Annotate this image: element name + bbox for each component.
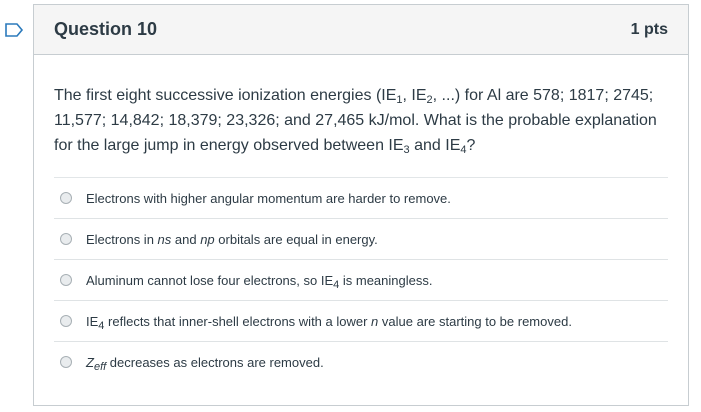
answer-label: Electrons in ns and np orbitals are equa…: [86, 231, 378, 247]
answer-option-2[interactable]: Electrons in ns and np orbitals are equa…: [54, 218, 668, 259]
answer-label: IE4 reflects that inner-shell electrons …: [86, 313, 572, 332]
answer-option-3[interactable]: Aluminum cannot lose four electrons, so …: [54, 259, 668, 300]
question-card: Question 10 1 pts The first eight succes…: [33, 4, 689, 406]
question-points: 1 pts: [630, 20, 668, 38]
radio-button[interactable]: [60, 315, 72, 327]
answer-option-5[interactable]: Zeff decreases as electrons are removed.: [54, 341, 668, 382]
flag-icon[interactable]: [4, 20, 24, 40]
answer-option-4[interactable]: IE4 reflects that inner-shell electrons …: [54, 300, 668, 341]
radio-button[interactable]: [60, 192, 72, 204]
question-header: Question 10 1 pts: [34, 5, 688, 55]
answer-label: Electrons with higher angular momentum a…: [86, 190, 451, 206]
answer-option-1[interactable]: Electrons with higher angular momentum a…: [54, 177, 668, 218]
radio-button[interactable]: [60, 274, 72, 286]
question-text: The first eight successive ionization en…: [54, 87, 657, 156]
answer-label: Zeff decreases as electrons are removed.: [86, 354, 324, 373]
answer-list: Electrons with higher angular momentum a…: [54, 177, 668, 382]
radio-button[interactable]: [60, 356, 72, 368]
answer-label: Aluminum cannot lose four electrons, so …: [86, 272, 433, 291]
question-title: Question 10: [54, 19, 158, 39]
radio-button[interactable]: [60, 233, 72, 245]
